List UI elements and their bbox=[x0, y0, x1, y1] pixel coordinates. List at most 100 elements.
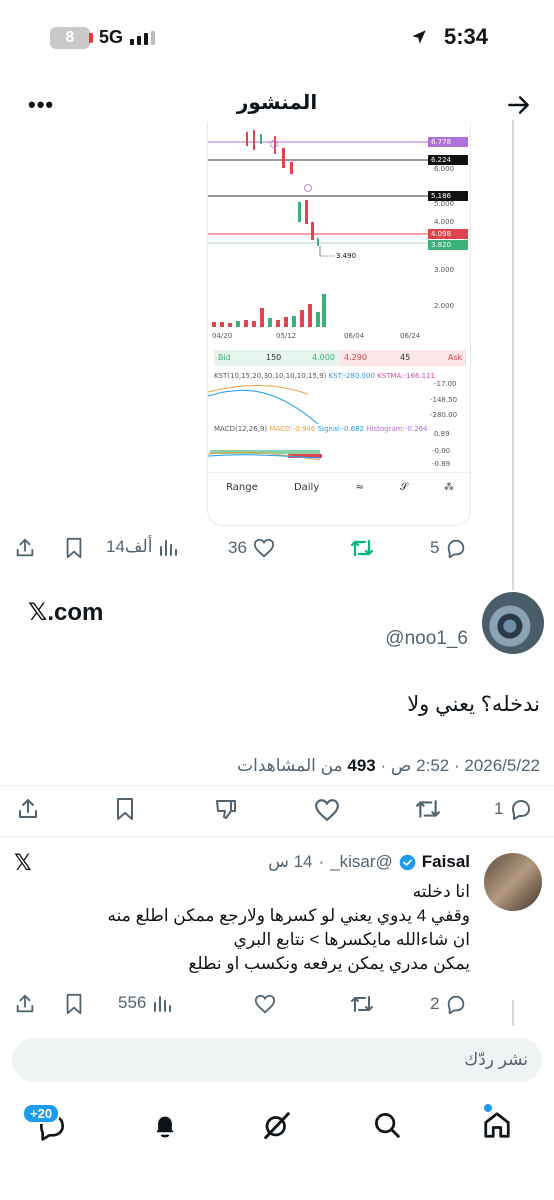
kst-level: -148.50 bbox=[430, 396, 458, 404]
reply-count: 2 bbox=[430, 994, 440, 1013]
tab-bar bbox=[0, 1100, 554, 1150]
low-marker-label: 3.490 bbox=[336, 252, 357, 260]
user-handle[interactable]: @noo1_6 bbox=[385, 628, 468, 650]
tweet-text: ندخله؟ يعني ولا bbox=[407, 693, 540, 716]
retweet-button[interactable] bbox=[350, 993, 374, 1015]
reply-icon bbox=[512, 800, 531, 820]
avatar[interactable] bbox=[484, 853, 542, 911]
axis-label: 2.000 bbox=[434, 302, 455, 310]
reply-text: انا دخلته وقفي 4 يدوي يعني لو كسرها ولار… bbox=[30, 880, 470, 976]
divider bbox=[0, 836, 554, 837]
thread-line bbox=[512, 1000, 514, 1026]
share-icon bbox=[19, 799, 37, 818]
bookmark-icon bbox=[66, 537, 82, 559]
search-icon bbox=[375, 1113, 400, 1138]
reply-count: 5 bbox=[430, 538, 440, 557]
verified-badge-icon bbox=[399, 854, 416, 870]
home-new-indicator bbox=[484, 1104, 492, 1112]
tab-grok[interactable] bbox=[262, 1110, 292, 1145]
price-label: 3.820 bbox=[428, 240, 468, 250]
reply-line: ان شاءالله مايكسرها > نتابع البري bbox=[233, 930, 470, 949]
signal-icon bbox=[130, 31, 155, 45]
share-button[interactable] bbox=[14, 993, 36, 1015]
macd-level: 0.89 bbox=[434, 430, 450, 438]
tweet-meta: 2026/5/22 · 2:52 ص · 493 من المشاهدات bbox=[237, 756, 540, 775]
bookmark-button[interactable] bbox=[114, 797, 136, 821]
axis-label: 3.000 bbox=[434, 266, 455, 274]
reply-composer[interactable]: نشر ردّك bbox=[12, 1038, 542, 1082]
tweet-time: 2:52 ص bbox=[390, 756, 450, 775]
avatar[interactable] bbox=[482, 592, 544, 654]
ask-price: 4.290 bbox=[344, 353, 367, 362]
bookmark-button[interactable] bbox=[64, 993, 84, 1015]
macd-header: MACD(12,26,9) MACD:-0.946 Signal:-0.682 … bbox=[214, 425, 427, 433]
draw-icon[interactable]: 𝒮 bbox=[400, 482, 408, 493]
macd-value: MACD:-0.946 bbox=[269, 425, 316, 433]
kst-level: -280.00 bbox=[430, 411, 458, 419]
reply-button[interactable]: 1 bbox=[494, 797, 533, 821]
dislike-button[interactable] bbox=[214, 797, 238, 821]
axis-label: 6.000 bbox=[434, 165, 455, 173]
share-button[interactable] bbox=[14, 537, 36, 559]
tab-search[interactable] bbox=[372, 1110, 402, 1145]
views-label: من المشاهدات bbox=[237, 756, 343, 775]
heart-icon bbox=[315, 799, 339, 822]
macd-level: -0.00 bbox=[432, 447, 451, 455]
bookmark-icon bbox=[66, 993, 82, 1015]
retweet-button[interactable] bbox=[350, 537, 374, 559]
reply-author-name[interactable]: Faisal bbox=[422, 852, 470, 872]
heart-icon bbox=[253, 538, 275, 558]
like-count: 36 bbox=[228, 538, 247, 557]
views-button[interactable]: 556 bbox=[118, 993, 172, 1013]
grok-icon bbox=[264, 1112, 290, 1139]
reply-count: 1 bbox=[494, 799, 504, 818]
reply-line: انا دخلته bbox=[412, 882, 470, 901]
reply-button[interactable]: 2 bbox=[430, 993, 467, 1015]
reply-header[interactable]: Faisal @kisar_ · 14 س bbox=[268, 852, 470, 872]
tab-notifications[interactable] bbox=[150, 1110, 180, 1147]
like-button[interactable] bbox=[314, 797, 340, 823]
x-label: 06/04 bbox=[344, 332, 365, 340]
share-button[interactable] bbox=[16, 797, 40, 821]
macd-title: MACD(12,26,9) bbox=[214, 425, 268, 433]
bookmark-icon bbox=[117, 798, 133, 820]
battery-indicator: 8 bbox=[50, 27, 90, 49]
chart-toolbar: Range Daily ≈ 𝒮 ⁂ bbox=[208, 472, 470, 502]
bid-price: 4.000 bbox=[312, 353, 335, 362]
bookmark-button[interactable] bbox=[64, 537, 84, 559]
signal-value: Signal:-0.682 bbox=[317, 425, 364, 433]
daily-button[interactable]: Daily bbox=[294, 482, 319, 493]
share-icon bbox=[16, 994, 34, 1013]
ask-qty: 45 bbox=[400, 353, 411, 362]
reply-button[interactable]: 5 bbox=[430, 537, 467, 559]
like-button[interactable]: 36 bbox=[228, 537, 275, 559]
kstma-value: KSTMA:-166.111 bbox=[377, 372, 435, 380]
like-button[interactable] bbox=[254, 993, 276, 1015]
arrow-right-icon[interactable] bbox=[506, 92, 532, 123]
battery-tip bbox=[89, 33, 93, 43]
chart-image-card[interactable]: 6.778 6.224 5.186 4.098 3.820 6.000 5.00… bbox=[207, 122, 471, 526]
source-label[interactable]: 𝕏.com bbox=[28, 598, 103, 627]
views-button[interactable]: 14ألف bbox=[106, 537, 178, 557]
price-label: 4.098 bbox=[428, 229, 468, 239]
reply-line: وقفي 4 يدوي يعني لو كسرها ولارجع ممكن اط… bbox=[107, 906, 470, 925]
grid-icon[interactable]: ⁂ bbox=[444, 482, 454, 493]
indicator-icon[interactable]: ≈ bbox=[355, 482, 363, 493]
retweet-button[interactable] bbox=[414, 797, 442, 821]
x-label: 06/24 bbox=[400, 332, 421, 340]
ask-label: Ask bbox=[448, 353, 463, 362]
analytics-icon bbox=[160, 540, 178, 556]
kst-level: -17.00 bbox=[434, 380, 457, 388]
reply-handle[interactable]: @kisar_ bbox=[330, 852, 393, 872]
bid-qty: 150 bbox=[266, 353, 282, 362]
views-count: 556 bbox=[118, 993, 147, 1012]
range-button[interactable]: Range bbox=[226, 482, 258, 493]
axis-label: 4.000 bbox=[434, 218, 455, 226]
retweet-icon bbox=[416, 800, 440, 818]
tab-home[interactable] bbox=[482, 1110, 512, 1145]
x-logo-icon: 𝕏 bbox=[14, 850, 32, 875]
x-label: 05/12 bbox=[276, 332, 297, 340]
bid-ask-bar: Bid 150 4.000 4.290 45 Ask bbox=[214, 350, 466, 366]
kst-value: KST:-280.000 bbox=[328, 372, 375, 380]
thread-line bbox=[512, 120, 514, 590]
